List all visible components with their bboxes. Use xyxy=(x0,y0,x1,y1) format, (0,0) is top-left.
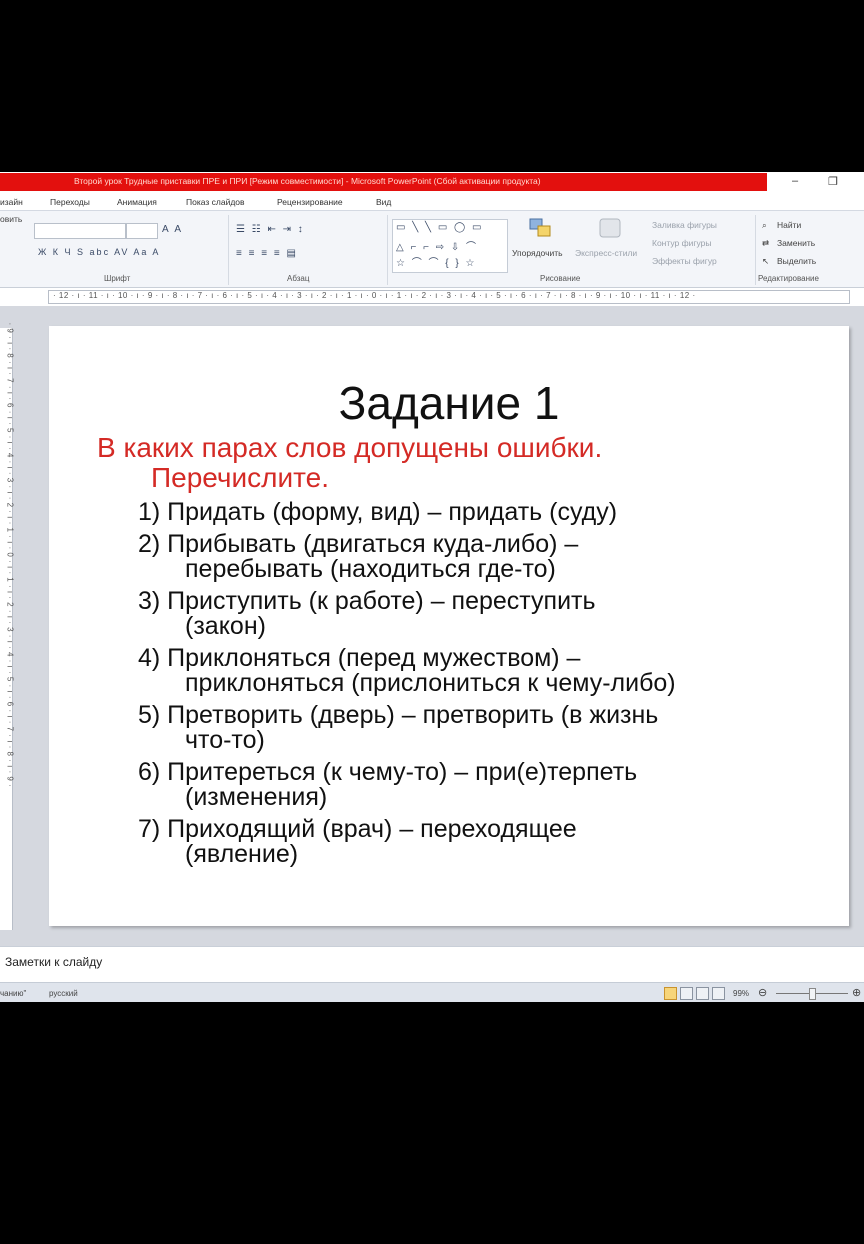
list-item-continuation: (закон) xyxy=(185,612,266,640)
group-separator xyxy=(228,215,229,285)
shapes-row-icon[interactable]: △ ⌐ ⌐ ⇨ ⇩ ⌒ xyxy=(396,238,478,253)
list-item: 4) Приклоняться (перед мужеством) – прикл… xyxy=(138,646,838,696)
ribbon-tabs: изайн Переходы Анимация Показ слайдов Ре… xyxy=(0,194,864,210)
shapes-row-icon[interactable]: ▭ ╲ ╲ ▭ ◯ ▭ xyxy=(396,222,483,233)
tab-view[interactable]: Вид xyxy=(376,197,391,207)
replace-icon: ⇄ xyxy=(762,238,770,248)
list-item-line: 4) Приклоняться (перед мужеством) – xyxy=(138,644,581,672)
grow-shrink-font-icon[interactable]: A A xyxy=(162,224,183,235)
status-bar: чанию" русский 99% ⊖ ⊕ xyxy=(0,982,864,1002)
drawing-group-label: Рисование xyxy=(540,274,581,283)
list-item-line: 7) Приходящий (врач) – переходящее xyxy=(138,815,577,843)
list-item-line: 5) Претворить (дверь) – претворить (в жи… xyxy=(138,701,659,729)
reading-view-icon[interactable] xyxy=(696,987,709,1000)
powerpoint-window: Второй урок Трудные приставки ПРЕ и ПРИ … xyxy=(0,172,864,1002)
list-item-continuation: (изменения) xyxy=(185,783,328,811)
slideshow-view-icon[interactable] xyxy=(712,987,725,1000)
horizontal-ruler: · 12 · ı · 11 · ı · 10 · ı · 9 · ı · 8 ·… xyxy=(48,290,850,304)
tab-design[interactable]: изайн xyxy=(0,197,23,207)
cursor-icon: ↖ xyxy=(762,256,770,266)
shape-fill-button[interactable]: Заливка фигуры xyxy=(652,220,717,230)
replace-button[interactable]: Заменить xyxy=(777,238,815,248)
shapes-row-icon[interactable]: ☆ ⌒ ⌒ { } ☆ xyxy=(396,254,477,269)
window-title: Второй урок Трудные приставки ПРЕ и ПРИ … xyxy=(74,176,541,186)
zoom-slider-thumb[interactable] xyxy=(809,988,816,1000)
shapes-gallery[interactable]: ▭ ╲ ╲ ▭ ◯ ▭ △ ⌐ ⌐ ⇨ ⇩ ⌒ ☆ ⌒ ⌒ { } ☆ xyxy=(392,219,508,273)
tab-transitions[interactable]: Переходы xyxy=(50,197,90,207)
arrange-button[interactable]: Упорядочить xyxy=(512,248,563,258)
font-format-icons[interactable]: Ж К Ч S abc AV Aa A xyxy=(38,247,160,257)
paragraph-group-label: Абзац xyxy=(287,274,310,283)
binoculars-icon: ⌕ xyxy=(762,220,767,230)
font-group-label: Шрифт xyxy=(104,274,131,283)
list-item: 3) Приступить (к работе) – переступить (з… xyxy=(138,589,838,639)
list-indent-icons[interactable]: ☰ ☷ ⇤ ⇥ ↕ xyxy=(236,224,305,235)
list-item-line: 6) Притереться (к чему-то) – при(е)терпе… xyxy=(138,758,638,786)
find-button[interactable]: Найти xyxy=(777,220,801,230)
slide-title[interactable]: Задание 1 xyxy=(49,376,849,430)
list-item-continuation: (явление) xyxy=(185,840,299,868)
normal-view-icon[interactable] xyxy=(664,987,677,1000)
status-spelling[interactable]: чанию" xyxy=(0,989,26,998)
list-item-line: 3) Приступить (к работе) – переступить xyxy=(138,587,596,615)
tab-review[interactable]: Рецензирование xyxy=(277,197,343,207)
minimize-button[interactable]: – xyxy=(792,175,798,187)
editing-group-label: Редактирование xyxy=(758,274,819,283)
align-icons[interactable]: ≡ ≡ ≡ ≡ ▤ xyxy=(236,248,298,259)
notes-pane[interactable]: Заметки к слайду xyxy=(0,946,864,983)
shape-outline-button[interactable]: Контур фигуры xyxy=(652,238,711,248)
ribbon: овить A A Ж К Ч S abc AV Aa A Шрифт ☰ ☷ … xyxy=(0,210,864,288)
vertical-ruler: · 9 · ı · 8 · ı · 7 · ı · 6 · ı · 5 · ı … xyxy=(0,323,15,930)
group-separator xyxy=(755,215,756,285)
question-line: В каких парах слов допущены ошибки. xyxy=(97,432,603,463)
vertical-ruler-scale: · 9 · ı · 8 · ı · 7 · ı · 6 · ı · 5 · ı … xyxy=(5,322,15,788)
zoom-in-icon[interactable]: ⊕ xyxy=(852,986,861,999)
horizontal-ruler-scale: · 12 · ı · 11 · ı · 10 · ı · 9 · ı · 8 ·… xyxy=(53,291,696,300)
list-item: 5) Претворить (дверь) – претворить (в жи… xyxy=(138,703,838,753)
restore-button[interactable]: ❐ xyxy=(828,175,838,188)
font-size-combo[interactable] xyxy=(126,223,158,239)
notes-placeholder: Заметки к слайду xyxy=(5,955,103,969)
word-pairs-list[interactable]: 1) Придать (форму, вид) – придать (суду)… xyxy=(138,500,838,874)
tab-slideshow[interactable]: Показ слайдов xyxy=(186,197,245,207)
slide-sorter-icon[interactable] xyxy=(680,987,693,1000)
list-item: 1) Придать (форму, вид) – придать (суду) xyxy=(138,500,838,525)
quick-styles-button[interactable]: Экспресс-стили xyxy=(575,248,637,258)
slide[interactable]: Задание 1 В каких парах слов допущены ош… xyxy=(49,326,849,926)
list-item-continuation: перебывать (находиться где-то) xyxy=(185,555,556,583)
list-item: 6) Притереться (к чему-то) – при(е)терпе… xyxy=(138,760,838,810)
list-item-line: 2) Прибывать (двигаться куда-либо) – xyxy=(138,530,579,558)
paste-button-label[interactable]: овить xyxy=(0,214,22,224)
group-separator xyxy=(387,215,388,285)
zoom-level[interactable]: 99% xyxy=(733,989,749,998)
zoom-out-icon[interactable]: ⊖ xyxy=(758,986,767,999)
tab-animations[interactable]: Анимация xyxy=(117,197,157,207)
question-text[interactable]: В каких парах слов допущены ошибки. Пере… xyxy=(97,433,797,493)
font-name-combo[interactable] xyxy=(34,223,126,239)
title-bar: Второй урок Трудные приставки ПРЕ и ПРИ … xyxy=(0,172,864,192)
select-button[interactable]: Выделить xyxy=(777,256,816,266)
question-line: Перечислите. xyxy=(151,462,329,493)
list-item-continuation: приклоняться (прислониться к чему-либо) xyxy=(185,669,676,697)
arrange-icon[interactable] xyxy=(528,217,554,241)
status-language[interactable]: русский xyxy=(49,989,78,998)
list-item-continuation: что-то) xyxy=(185,726,265,754)
quick-styles-icon[interactable] xyxy=(598,217,624,241)
list-item: 2) Прибывать (двигаться куда-либо) – пере… xyxy=(138,532,838,582)
shape-effects-button[interactable]: Эффекты фигур xyxy=(652,256,717,266)
list-item-line: 1) Придать (форму, вид) – придать (суду) xyxy=(138,498,618,526)
list-item: 7) Приходящий (врач) – переходящее (явлен… xyxy=(138,817,838,867)
